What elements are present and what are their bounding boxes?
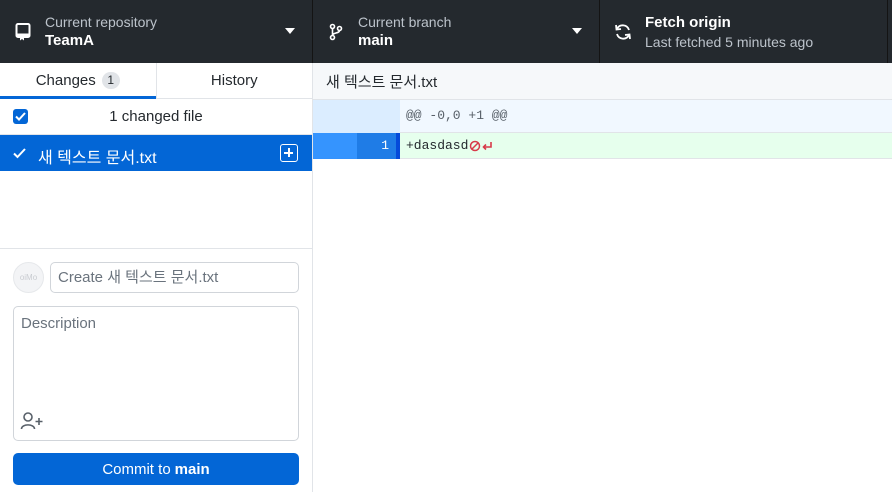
repository-name: TeamA — [45, 31, 94, 49]
commit-description-input[interactable] — [14, 307, 298, 407]
hunk-gutter[interactable] — [313, 100, 400, 133]
fetch-subtitle: Last fetched 5 minutes ago — [645, 33, 814, 50]
no-newline-icon — [469, 139, 481, 155]
repository-label: Current repository — [45, 13, 158, 30]
tab-changes[interactable]: Changes 1 — [0, 63, 157, 99]
diff-file-title: 새 텍스트 문서.txt — [313, 63, 892, 100]
fetch-origin-button[interactable]: Fetch origin Last fetched 5 minutes ago — [600, 0, 888, 63]
chevron-down-icon — [285, 28, 295, 34]
commit-form: oiMo Commit to main — [0, 248, 312, 492]
commit-button-label: Commit to — [102, 460, 171, 478]
added-line-text: +dasdasd — [406, 138, 469, 153]
commit-summary-input[interactable] — [50, 262, 299, 293]
changed-file-name: 새 텍스트 문서.txt — [38, 150, 157, 167]
tab-changes-label: Changes — [35, 72, 96, 89]
commit-description-box — [13, 306, 299, 441]
line-selection-bar — [396, 133, 400, 159]
changes-count-badge: 1 — [101, 72, 120, 89]
repository-selector[interactable]: Current repository TeamA — [0, 0, 313, 63]
commit-button[interactable]: Commit to main — [13, 453, 299, 485]
changed-files-header: 1 changed file — [0, 99, 312, 135]
new-line-number: 1 — [381, 138, 389, 153]
branch-name: main — [358, 31, 394, 49]
sync-icon — [614, 23, 632, 41]
diff-panel: 새 텍스트 문서.txt @@ -0,0 +1 @@ 1 +dasdasd — [313, 63, 892, 492]
diff-line-added[interactable]: 1 +dasdasd — [313, 133, 892, 159]
repo-icon — [14, 22, 32, 41]
avatar: oiMo — [13, 262, 44, 293]
sidebar-tabs: Changes 1 History — [0, 63, 312, 99]
file-include-checkbox[interactable] — [13, 146, 26, 162]
branch-label: Current branch — [358, 13, 452, 30]
tab-history[interactable]: History — [157, 63, 313, 98]
file-added-icon — [280, 144, 298, 162]
branch-selector[interactable]: Current branch main — [313, 0, 600, 63]
chevron-down-icon — [572, 28, 582, 34]
changed-file-item[interactable]: 새 텍스트 문서.txt — [0, 135, 312, 171]
hunk-header-text: @@ -0,0 +1 @@ — [406, 108, 508, 123]
tab-history-label: History — [210, 72, 258, 89]
commit-button-branch: main — [174, 460, 210, 478]
line-return-icon — [481, 139, 493, 155]
app-toolbar: Current repository TeamA Current branch … — [0, 0, 892, 63]
no-newline-indicator — [469, 139, 493, 155]
old-line-gutter[interactable] — [313, 133, 357, 159]
changes-sidebar: Changes 1 History 1 changed file 새 텍스트 문… — [0, 63, 313, 492]
branch-icon — [327, 23, 345, 41]
fetch-title: Fetch origin — [645, 13, 731, 31]
add-coauthor-icon[interactable] — [20, 410, 44, 432]
diff-hunk-header[interactable]: @@ -0,0 +1 @@ — [313, 100, 892, 133]
changed-files-count: 1 changed file — [109, 108, 203, 125]
select-all-checkbox[interactable] — [13, 109, 28, 124]
